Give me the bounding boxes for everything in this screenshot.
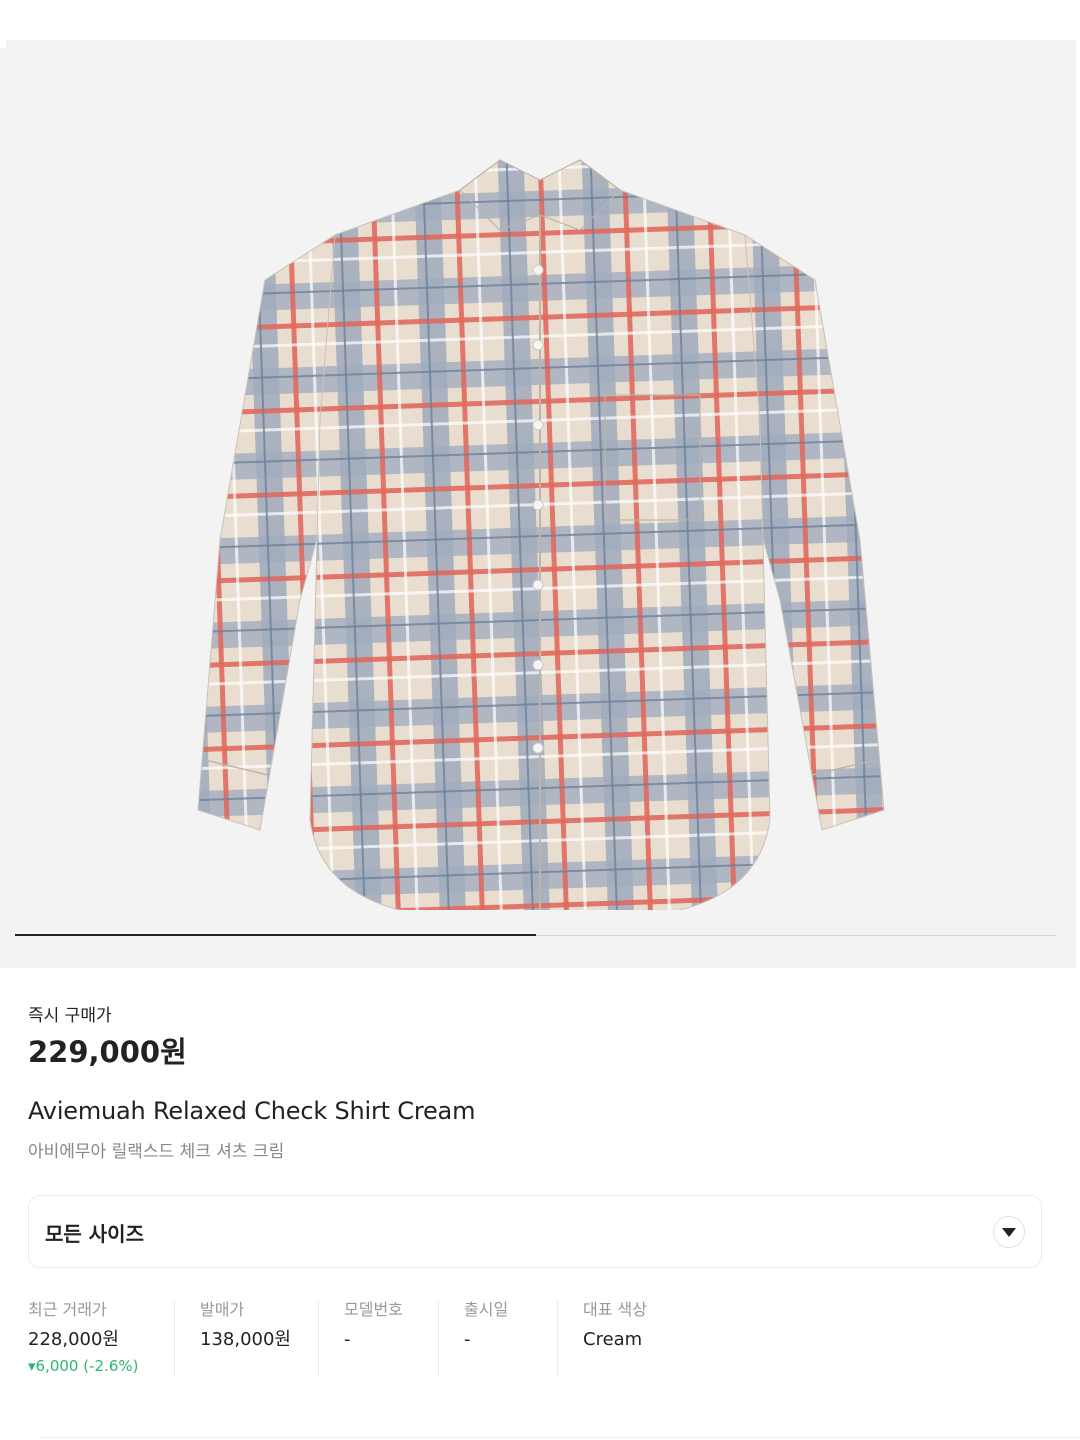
product-image-gallery[interactable] [0,40,1076,968]
divider [318,1300,319,1376]
info-value: - [344,1329,351,1350]
buy-now-price: 229,000원 [28,1035,187,1069]
product-title-ko: 아비에무아 릴랙스드 체크 셔츠 크림 [28,1142,285,1162]
info-value: Cream [583,1329,643,1350]
info-release-date: 출시일 - [464,1300,556,1378]
product-title-en: Aviemuah Relaxed Check Shirt Cream [28,1097,476,1125]
info-label: 발매가 [200,1300,245,1319]
size-select-label: 모든 사이즈 [45,1222,144,1246]
info-value: - [464,1329,471,1350]
info-label: 최근 거래가 [28,1300,107,1319]
size-select-toggle[interactable] [993,1216,1025,1248]
buy-now-price-label: 즉시 구매가 [28,1006,112,1026]
gallery-progress-bar [15,934,1056,936]
gallery-progress-fill [15,934,536,936]
size-select[interactable]: 모든 사이즈 [28,1195,1042,1268]
info-color: 대표 색상 Cream [583,1300,703,1378]
info-value: 138,000원 [200,1329,291,1350]
info-label: 대표 색상 [583,1300,647,1319]
section-divider [40,1437,1080,1438]
product-image [197,159,885,910]
divider [557,1300,558,1376]
info-model-number: 모델번호 - [344,1300,436,1378]
divider [438,1300,439,1376]
divider [174,1300,175,1376]
info-label: 출시일 [464,1300,509,1319]
info-label: 모델번호 [344,1300,403,1319]
info-recent-trade: 최근 거래가 228,000원 ▾6,000 (-2.6%) [28,1300,168,1378]
info-release-price: 발매가 138,000원 [200,1300,316,1378]
chevron-down-icon [1002,1228,1016,1237]
price-change: ▾6,000 (-2.6%) [28,1357,139,1375]
info-value: 228,000원 [28,1329,119,1350]
